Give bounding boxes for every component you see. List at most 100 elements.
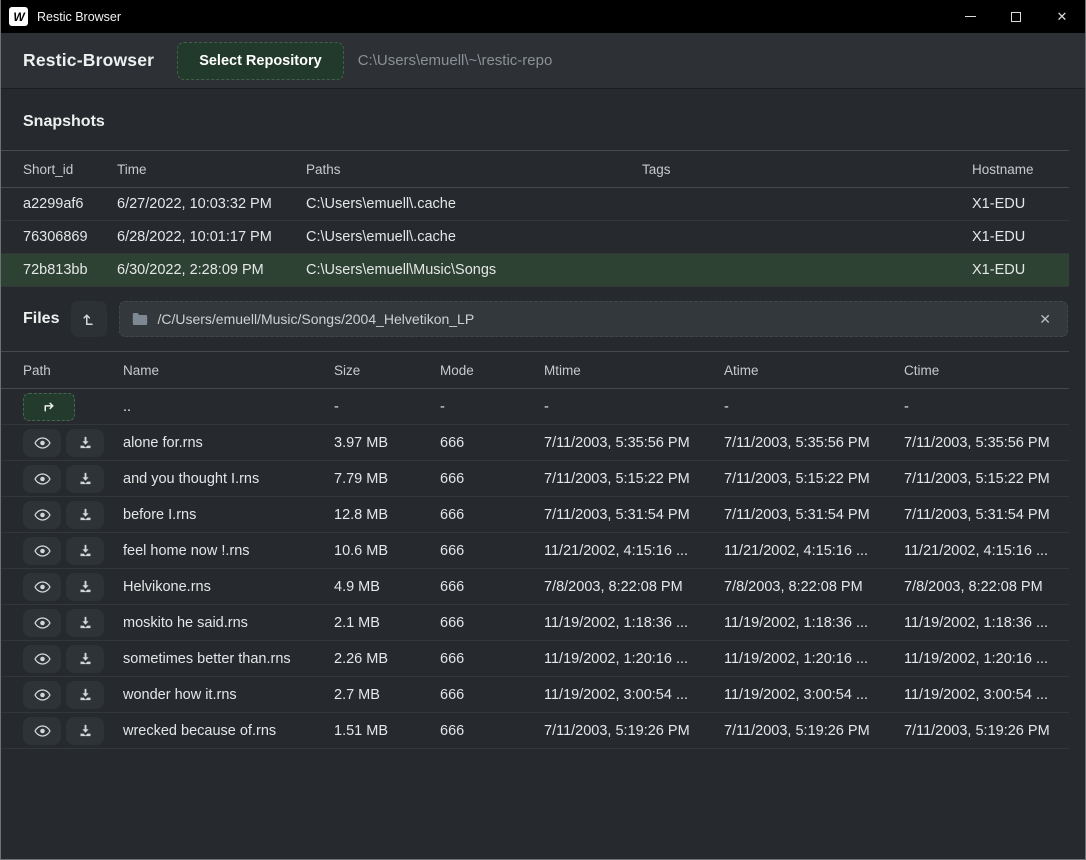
go-up-button[interactable] [23, 393, 75, 421]
column-header-short-id: Short_id [23, 162, 117, 177]
download-file-button[interactable] [66, 573, 104, 601]
go-up-icon [40, 398, 58, 416]
file-atime: 11/19/2002, 1:18:36 ... [724, 615, 904, 631]
column-header-path: Path [23, 363, 123, 378]
level-up-button[interactable] [71, 301, 107, 337]
snapshot-short-id: 76306869 [23, 229, 117, 245]
maximize-button[interactable] [993, 0, 1039, 33]
download-file-button[interactable] [66, 501, 104, 529]
file-atime: 11/19/2002, 1:20:16 ... [724, 651, 904, 667]
file-name: wonder how it.rns [123, 687, 334, 703]
titlebar: W Restic Browser ✕ [1, 0, 1085, 33]
snapshot-paths: C:\Users\emuell\Music\Songs [306, 262, 642, 278]
file-row: before I.rns 12.8 MB 666 7/11/2003, 5:31… [1, 497, 1069, 533]
snapshot-short-id: a2299af6 [23, 196, 117, 212]
file-name: feel home now !.rns [123, 543, 334, 559]
file-row: wonder how it.rns 2.7 MB 666 11/19/2002,… [1, 677, 1069, 713]
snapshot-hostname: X1-EDU [972, 196, 1069, 212]
file-row: feel home now !.rns 10.6 MB 666 11/21/20… [1, 533, 1069, 569]
snapshot-row[interactable]: 72b813bb 6/30/2022, 2:28:09 PM C:\Users\… [1, 254, 1069, 287]
eye-icon [34, 508, 51, 522]
maximize-icon [1011, 12, 1021, 22]
column-header-paths: Paths [306, 162, 642, 177]
file-mtime: 11/19/2002, 3:00:54 ... [544, 687, 724, 703]
breadcrumb: /C/Users/emuell/Music/Songs/2004_Helveti… [119, 301, 1068, 337]
file-mtime: 7/8/2003, 8:22:08 PM [544, 579, 724, 595]
file-ctime: 11/19/2002, 3:00:54 ... [904, 687, 1069, 703]
file-mode: 666 [440, 615, 544, 631]
repository-path: C:\Users\emuell\~\restic-repo [358, 52, 553, 69]
file-atime: 7/11/2003, 5:35:56 PM [724, 435, 904, 451]
file-row: sometimes better than.rns 2.26 MB 666 11… [1, 641, 1069, 677]
breadcrumb-path: /C/Users/emuell/Music/Songs/2004_Helveti… [157, 311, 1026, 327]
download-icon [78, 435, 93, 450]
eye-icon [34, 436, 51, 450]
download-file-button[interactable] [66, 429, 104, 457]
download-icon [78, 687, 93, 702]
snapshots-rows: a2299af6 6/27/2022, 10:03:32 PM C:\Users… [1, 188, 1085, 287]
file-size: 12.8 MB [334, 507, 440, 523]
download-file-button[interactable] [66, 717, 104, 745]
preview-file-button[interactable] [23, 537, 61, 565]
file-atime: 7/11/2003, 5:15:22 PM [724, 471, 904, 487]
file-name: and you thought I.rns [123, 471, 334, 487]
snapshot-row[interactable]: 76306869 6/28/2022, 10:01:17 PM C:\Users… [1, 221, 1069, 254]
file-mode: 666 [440, 723, 544, 739]
column-header-tags: Tags [642, 162, 972, 177]
select-repository-button[interactable]: Select Repository [177, 42, 344, 80]
file-atime: - [724, 399, 904, 415]
file-ctime: 11/21/2002, 4:15:16 ... [904, 543, 1069, 559]
download-file-button[interactable] [66, 609, 104, 637]
level-up-icon [80, 310, 98, 328]
preview-file-button[interactable] [23, 429, 61, 457]
breadcrumb-close-icon[interactable]: ✕ [1035, 309, 1055, 330]
window-controls: ✕ [947, 0, 1085, 33]
preview-file-button[interactable] [23, 645, 61, 673]
file-ctime: 7/11/2003, 5:31:54 PM [904, 507, 1069, 523]
column-header-name: Name [123, 363, 334, 378]
download-file-button[interactable] [66, 681, 104, 709]
snapshot-paths: C:\Users\emuell\.cache [306, 229, 642, 245]
file-mode: 666 [440, 687, 544, 703]
file-mode: 666 [440, 435, 544, 451]
file-size: 2.1 MB [334, 615, 440, 631]
file-size: - [334, 399, 440, 415]
file-row: wrecked because of.rns 1.51 MB 666 7/11/… [1, 713, 1069, 749]
preview-file-button[interactable] [23, 609, 61, 637]
snapshots-heading: Snapshots [23, 113, 1063, 131]
file-atime: 11/21/2002, 4:15:16 ... [724, 543, 904, 559]
files-header-row: Path Name Size Mode Mtime Atime Ctime [1, 351, 1069, 389]
file-atime: 7/11/2003, 5:31:54 PM [724, 507, 904, 523]
file-mode: 666 [440, 507, 544, 523]
preview-file-button[interactable] [23, 573, 61, 601]
eye-icon [34, 472, 51, 486]
file-mtime: 11/21/2002, 4:15:16 ... [544, 543, 724, 559]
eye-icon [34, 616, 51, 630]
column-header-mode: Mode [440, 363, 544, 378]
file-row: Helvikone.rns 4.9 MB 666 7/8/2003, 8:22:… [1, 569, 1069, 605]
file-mtime: - [544, 399, 724, 415]
file-name: Helvikone.rns [123, 579, 334, 595]
column-header-mtime: Mtime [544, 363, 724, 378]
eye-icon [34, 724, 51, 738]
close-button[interactable]: ✕ [1039, 0, 1085, 33]
file-ctime: 7/8/2003, 8:22:08 PM [904, 579, 1069, 595]
download-file-button[interactable] [66, 465, 104, 493]
file-name: sometimes better than.rns [123, 651, 334, 667]
file-ctime: 11/19/2002, 1:20:16 ... [904, 651, 1069, 667]
download-icon [78, 543, 93, 558]
app-title: Restic-Browser [23, 50, 154, 71]
download-file-button[interactable] [66, 537, 104, 565]
minimize-button[interactable] [947, 0, 993, 33]
snapshots-section: Snapshots Short_id Time Paths Tags Hostn… [1, 89, 1085, 287]
preview-file-button[interactable] [23, 717, 61, 745]
snapshot-row[interactable]: a2299af6 6/27/2022, 10:03:32 PM C:\Users… [1, 188, 1069, 221]
preview-file-button[interactable] [23, 501, 61, 529]
preview-file-button[interactable] [23, 681, 61, 709]
snapshot-time: 6/28/2022, 10:01:17 PM [117, 229, 306, 245]
download-file-button[interactable] [66, 645, 104, 673]
file-mode: 666 [440, 651, 544, 667]
preview-file-button[interactable] [23, 465, 61, 493]
file-mode: - [440, 399, 544, 415]
file-size: 4.9 MB [334, 579, 440, 595]
